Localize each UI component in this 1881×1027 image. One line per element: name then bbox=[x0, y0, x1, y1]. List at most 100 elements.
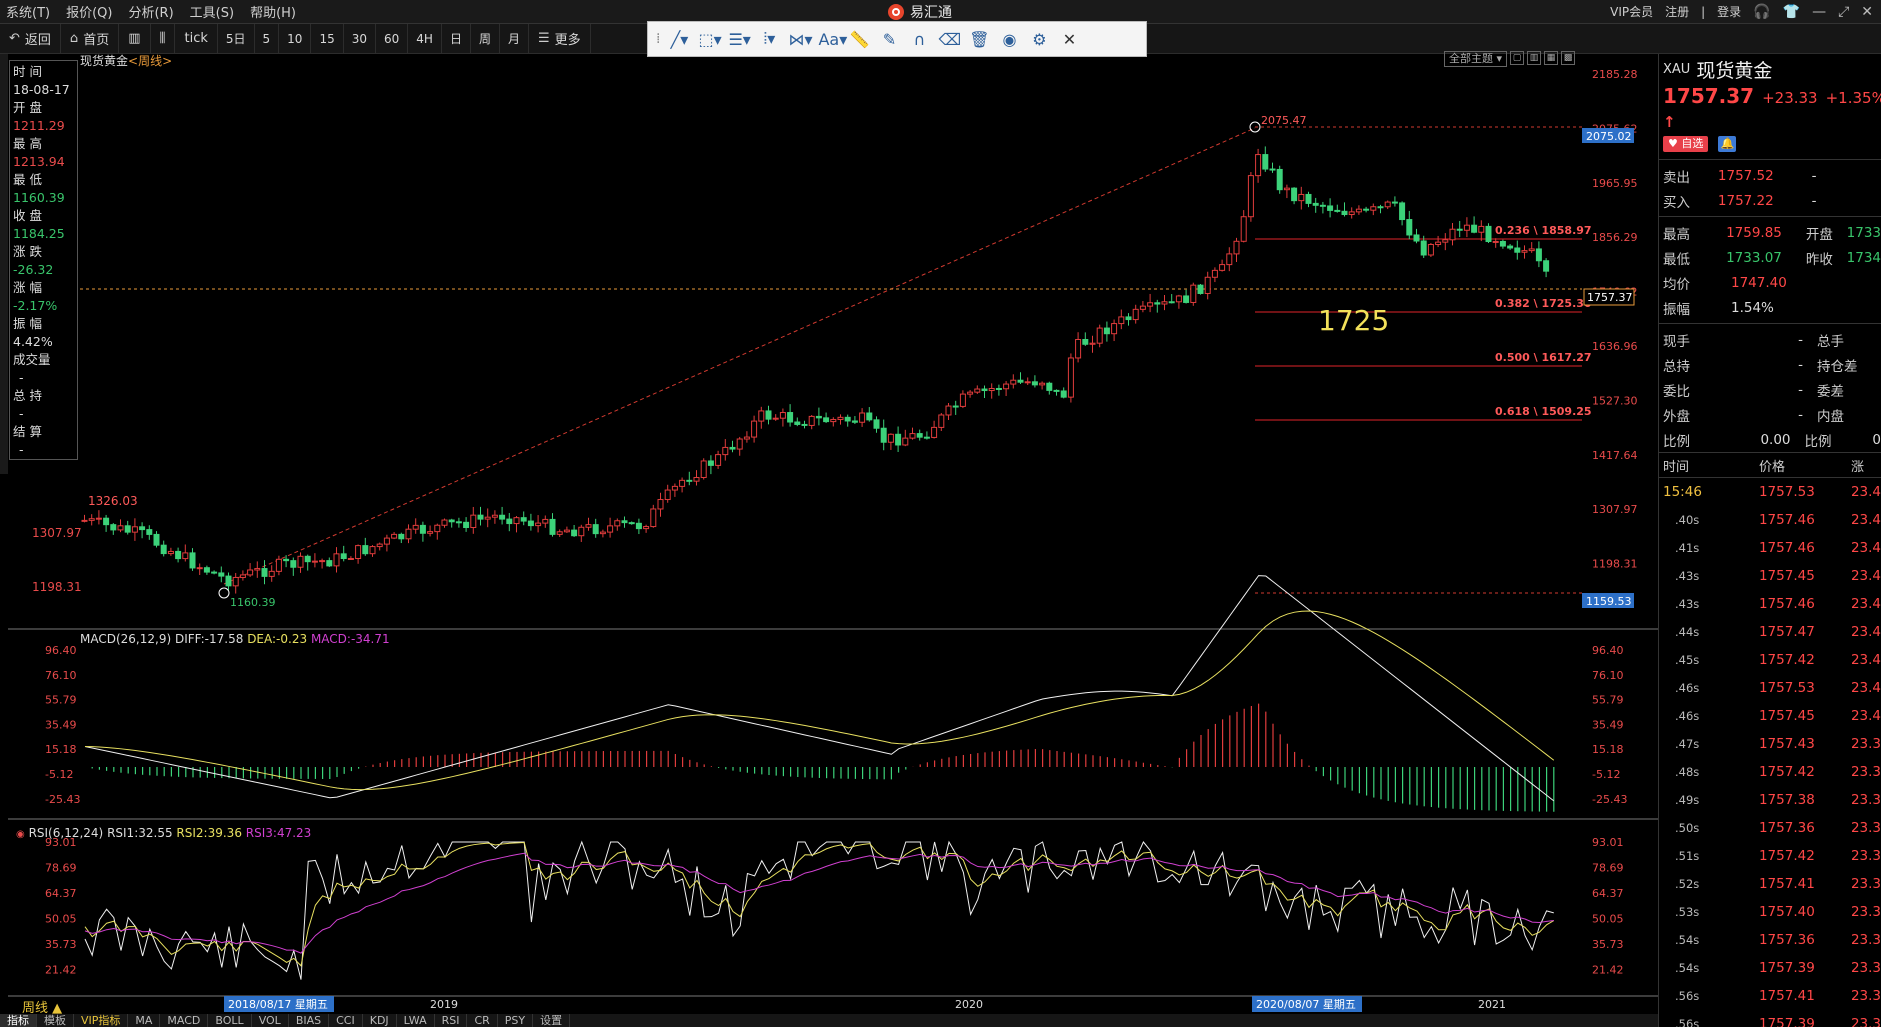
period-30[interactable]: 30 bbox=[344, 23, 376, 54]
candle-body bbox=[1024, 381, 1031, 384]
more-button[interactable]: ☰ 更多 bbox=[529, 23, 591, 54]
candle-body bbox=[477, 514, 484, 520]
shirt-icon[interactable]: 👕 bbox=[1783, 4, 1800, 20]
eraser-icon[interactable]: ⌫ bbox=[938, 30, 961, 49]
candle-body bbox=[995, 387, 1002, 390]
pattern-tool-icon[interactable]: ⋈▾ bbox=[788, 30, 812, 49]
line-tool-icon[interactable]: ╱▾ bbox=[668, 30, 690, 49]
period-4h[interactable]: 4H bbox=[408, 23, 442, 54]
candle-body bbox=[1377, 206, 1384, 209]
trash-icon[interactable]: 🗑 bbox=[968, 30, 990, 49]
tab-settings[interactable]: 设置 bbox=[533, 1014, 571, 1027]
tab-ma[interactable]: MA bbox=[128, 1014, 161, 1027]
candle-body bbox=[700, 460, 707, 478]
menu-analysis[interactable]: 分析(R) bbox=[122, 2, 183, 21]
candle-type-button[interactable]: ⫼ bbox=[151, 23, 176, 54]
candle-body bbox=[866, 412, 873, 421]
candle-body bbox=[1341, 210, 1348, 216]
tick-row: 15:46 1757.53 23.4 bbox=[1659, 478, 1881, 506]
drag-grip-icon[interactable]: ⁞ bbox=[656, 31, 660, 47]
period-5day[interactable]: 5日 bbox=[218, 23, 255, 54]
macd-axis-tick-right: -5.12 bbox=[1592, 768, 1620, 781]
gear-icon[interactable]: ⚙ bbox=[1028, 30, 1050, 49]
x-label-cursor-2: 2020/08/07 星期五 bbox=[1256, 998, 1356, 1011]
menu-tools[interactable]: 工具(S) bbox=[184, 2, 244, 21]
minimize-icon[interactable]: — bbox=[1812, 4, 1826, 20]
macd-histogram bbox=[91, 703, 1555, 812]
tab-rsi[interactable]: RSI bbox=[435, 1014, 468, 1027]
quote-row-label-2: 总手 bbox=[1817, 333, 1844, 350]
register-link[interactable]: 注册 bbox=[1665, 3, 1689, 20]
tick-change: 23.4 bbox=[1850, 512, 1881, 528]
vip-link[interactable]: VIP会员 bbox=[1610, 3, 1653, 20]
candle-body bbox=[1226, 253, 1233, 266]
candle-body bbox=[1096, 327, 1103, 344]
close-icon[interactable]: ✕ bbox=[1861, 4, 1873, 20]
tick-button[interactable]: tick bbox=[175, 23, 218, 54]
macd-axis-tick-right: 35.49 bbox=[1592, 718, 1624, 731]
channel-tool-icon[interactable]: ☰▾ bbox=[728, 30, 750, 49]
maximize-icon[interactable]: ⤢ bbox=[1838, 4, 1849, 20]
tab-indicators[interactable]: 指标 bbox=[0, 1014, 37, 1027]
candle-body bbox=[189, 552, 196, 569]
candle-body bbox=[895, 433, 902, 446]
period-month[interactable]: 月 bbox=[500, 23, 529, 54]
period-week[interactable]: 周 bbox=[471, 23, 500, 54]
tab-psy[interactable]: PSY bbox=[498, 1014, 534, 1027]
tick-time: .56s bbox=[1675, 1017, 1700, 1027]
magnet-icon[interactable]: ∩ bbox=[908, 30, 930, 49]
close-icon[interactable]: ✕ bbox=[1058, 30, 1080, 49]
tab-boll[interactable]: BOLL bbox=[208, 1014, 252, 1027]
fib-tool-icon[interactable]: ⦙▾ bbox=[758, 29, 780, 49]
rsi-settings-icon[interactable]: ◉ bbox=[16, 829, 25, 840]
candle-body bbox=[1305, 193, 1312, 204]
candle-body bbox=[1312, 202, 1319, 206]
candle-body bbox=[722, 446, 729, 456]
favorite-button[interactable]: ♥ 自选 bbox=[1663, 136, 1709, 152]
period-day[interactable]: 日 bbox=[442, 23, 471, 54]
tick-change: 23.3 bbox=[1850, 848, 1881, 864]
chart-canvas[interactable]: 2185.282075.621965.951856.291746.621636.… bbox=[0, 54, 1658, 1014]
tab-template[interactable]: 模板 bbox=[37, 1014, 74, 1027]
tab-vip[interactable]: VIP指标 bbox=[74, 1014, 129, 1027]
ruler-icon[interactable]: 📏 bbox=[848, 30, 870, 49]
period-15[interactable]: 15 bbox=[311, 23, 344, 54]
back-arrow-icon: ↶ bbox=[9, 31, 20, 46]
period-60[interactable]: 60 bbox=[376, 23, 409, 54]
tab-lwa[interactable]: LWA bbox=[397, 1014, 435, 1027]
candle-body bbox=[1269, 168, 1276, 171]
text-tool-icon[interactable]: Aa▾ bbox=[818, 30, 847, 49]
tab-macd[interactable]: MACD bbox=[160, 1014, 209, 1027]
menu-system[interactable]: 系统(T) bbox=[0, 2, 60, 21]
tab-bias[interactable]: BIAS bbox=[289, 1014, 330, 1027]
headset-icon[interactable]: 🎧 bbox=[1753, 4, 1770, 20]
menu-help[interactable]: 帮助(H) bbox=[244, 2, 306, 21]
tab-vol[interactable]: VOL bbox=[252, 1014, 289, 1027]
tab-cci[interactable]: CCI bbox=[329, 1014, 363, 1027]
eye-icon[interactable]: ◉ bbox=[998, 30, 1020, 49]
candle-body bbox=[650, 508, 657, 528]
menu-quote[interactable]: 报价(Q) bbox=[60, 2, 122, 21]
candle-body bbox=[290, 560, 297, 568]
macd-dea-value: DEA:-0.23 bbox=[247, 632, 308, 646]
candle-body bbox=[945, 405, 952, 416]
tab-cr[interactable]: CR bbox=[467, 1014, 498, 1027]
quote-row: 振幅 1.54% bbox=[1659, 295, 1881, 320]
rsi3-value: RSI3:47.23 bbox=[245, 826, 312, 840]
tab-kdj[interactable]: KDJ bbox=[363, 1014, 397, 1027]
candle-body bbox=[599, 531, 606, 535]
chart-type-button[interactable]: ▥ bbox=[119, 23, 151, 54]
period-5[interactable]: 5 bbox=[255, 23, 280, 54]
macd-axis-tick-left: -5.12 bbox=[45, 768, 73, 781]
pen-icon[interactable]: ✎ bbox=[878, 30, 900, 49]
up-arrow-icon: ↑ bbox=[1663, 113, 1676, 131]
period-10[interactable]: 10 bbox=[279, 23, 312, 54]
rect-tool-icon[interactable]: ⬚▾ bbox=[698, 30, 721, 49]
candle-body bbox=[283, 558, 290, 562]
home-button[interactable]: ⌂ 首页 bbox=[61, 23, 120, 54]
quote-row-label: 委比 bbox=[1663, 383, 1690, 400]
current-price-tag-text: 1757.37 bbox=[1587, 291, 1633, 304]
bell-icon[interactable]: 🔔 bbox=[1718, 136, 1737, 152]
login-link[interactable]: 登录 bbox=[1717, 3, 1741, 20]
back-button[interactable]: ↶ 返回 bbox=[0, 23, 61, 54]
